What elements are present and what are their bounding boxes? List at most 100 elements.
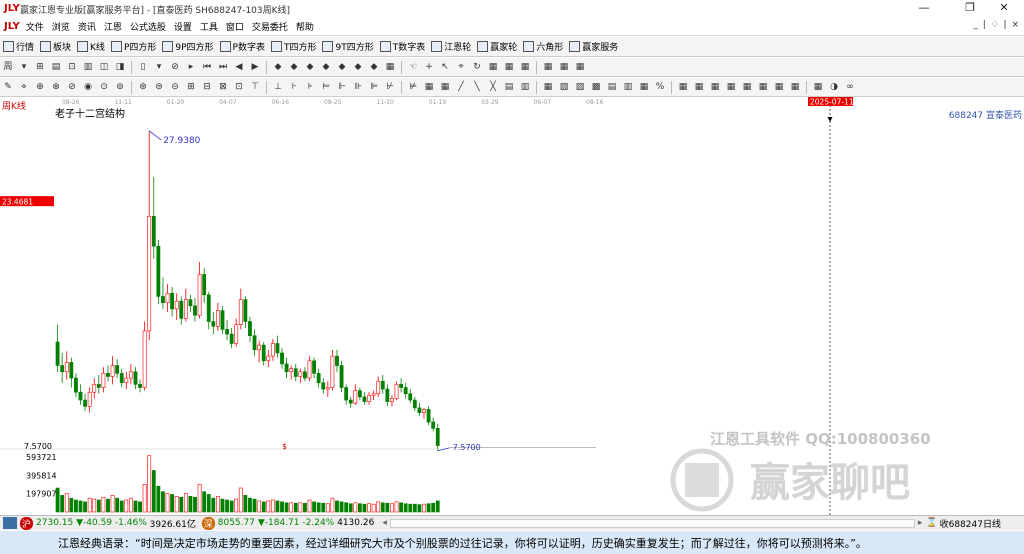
toolbar2-tool-icon[interactable]: ◆ — [287, 60, 301, 74]
toolbar3-tool-icon[interactable]: ▨ — [573, 80, 587, 94]
toolbar-button-6[interactable]: T四方形 — [268, 40, 320, 53]
menu-news[interactable]: 资讯 — [74, 20, 100, 33]
toolbar3-tool-icon[interactable]: ▩ — [589, 80, 603, 94]
toolbar3-tool-icon[interactable]: ⊤ — [248, 80, 262, 94]
toolbar3-tool-icon[interactable]: ▦ — [811, 80, 825, 94]
toolbar2-tool-icon[interactable]: 周 — [1, 60, 15, 74]
toolbar3-tool-icon[interactable]: ⊭ — [406, 80, 420, 94]
close-button[interactable]: ✕ — [984, 0, 1024, 18]
toolbar2-tool-icon[interactable]: ▾ — [17, 60, 31, 74]
toolbar2-tool-icon[interactable]: + — [422, 60, 436, 74]
toolbar3-tool-icon[interactable]: ⊕ — [33, 80, 47, 94]
toolbar2-tool-icon[interactable]: ▦ — [486, 60, 500, 74]
toolbar3-tool-icon[interactable]: ▦ — [724, 80, 738, 94]
horizontal-scrollbar[interactable] — [389, 518, 915, 528]
toolbar2-tool-icon[interactable]: ▦ — [383, 60, 397, 74]
toolbar-button-3[interactable]: P四方形 — [108, 40, 159, 53]
toolbar3-tool-icon[interactable]: ▥ — [518, 80, 532, 94]
toolbar3-tool-icon[interactable]: ⊝ — [168, 80, 182, 94]
toolbar3-tool-icon[interactable]: ▦ — [637, 80, 651, 94]
sz-index-badge[interactable]: 深 — [201, 516, 215, 530]
toolbar3-tool-icon[interactable]: ⊙ — [97, 80, 111, 94]
toolbar2-tool-icon[interactable]: ◆ — [367, 60, 381, 74]
toolbar2-tool-icon[interactable]: ▶ — [248, 60, 262, 74]
toolbar3-tool-icon[interactable]: % — [653, 80, 667, 94]
toolbar3-tool-icon[interactable]: ▤ — [605, 80, 619, 94]
toolbar2-tool-icon[interactable]: ⏭ — [216, 60, 230, 74]
toolbar3-tool-icon[interactable]: ▦ — [438, 80, 452, 94]
sh-index-badge[interactable]: 沪 — [20, 516, 34, 530]
toolbar-button-4[interactable]: 9P四方形 — [159, 40, 216, 53]
menu-file[interactable]: 文件 — [22, 20, 48, 33]
grid-icon[interactable] — [3, 517, 17, 529]
toolbar3-tool-icon[interactable]: ╲ — [470, 80, 484, 94]
menu-formula[interactable]: 公式选股 — [126, 20, 170, 33]
toolbar2-tool-icon[interactable]: ◆ — [319, 60, 333, 74]
menu-help[interactable]: 帮助 — [292, 20, 318, 33]
toolbar3-tool-icon[interactable]: ▦ — [541, 80, 555, 94]
toolbar3-tool-icon[interactable]: ⊬ — [383, 80, 397, 94]
toolbar2-tool-icon[interactable]: ↖ — [438, 60, 452, 74]
toolbar2-tool-icon[interactable]: ☜ — [406, 60, 420, 74]
toolbar2-tool-icon[interactable]: ▾ — [152, 60, 166, 74]
toolbar3-tool-icon[interactable]: ▤ — [502, 80, 516, 94]
menu-gann[interactable]: 江恩 — [100, 20, 126, 33]
toolbar3-tool-icon[interactable]: ▥ — [621, 80, 635, 94]
toolbar3-tool-icon[interactable]: ◑ — [827, 80, 841, 94]
toolbar-button-12[interactable]: 赢家服务 — [566, 40, 621, 53]
toolbar3-tool-icon[interactable]: ⊧ — [303, 80, 317, 94]
toolbar3-tool-icon[interactable]: ✎ — [1, 80, 15, 94]
toolbar3-tool-icon[interactable]: ▦ — [740, 80, 754, 94]
toolbar3-tool-icon[interactable]: ⊛ — [136, 80, 150, 94]
toolbar3-tool-icon[interactable]: ⊪ — [351, 80, 365, 94]
scroll-right-icon[interactable]: ▸ — [918, 518, 923, 528]
menu-browse[interactable]: 浏览 — [48, 20, 74, 33]
toolbar2-tool-icon[interactable]: ⊘ — [168, 60, 182, 74]
toolbar2-tool-icon[interactable]: ⊞ — [33, 60, 47, 74]
toolbar2-tool-icon[interactable]: ▦ — [541, 60, 555, 74]
toolbar3-tool-icon[interactable]: ⊡ — [232, 80, 246, 94]
toolbar2-tool-icon[interactable]: ▦ — [518, 60, 532, 74]
toolbar2-tool-icon[interactable]: ▦ — [557, 60, 571, 74]
toolbar3-tool-icon[interactable]: ⊫ — [367, 80, 381, 94]
toolbar3-tool-icon[interactable]: ▦ — [692, 80, 706, 94]
toolbar-button-2[interactable]: K线 — [74, 40, 108, 53]
toolbar2-tool-icon[interactable]: ▦ — [502, 60, 516, 74]
toolbar2-tool-icon[interactable]: ◀ — [232, 60, 246, 74]
toolbar2-tool-icon[interactable]: ◨ — [113, 60, 127, 74]
toolbar-button-7[interactable]: 9T四方形 — [319, 40, 376, 53]
toolbar3-tool-icon[interactable]: ▦ — [708, 80, 722, 94]
toolbar3-tool-icon[interactable]: ∞ — [843, 80, 857, 94]
toolbar3-tool-icon[interactable]: ⊥ — [271, 80, 285, 94]
toolbar3-tool-icon[interactable]: ▦ — [756, 80, 770, 94]
toolbar2-tool-icon[interactable]: ◆ — [303, 60, 317, 74]
scroll-left-icon[interactable]: ◂ — [382, 518, 387, 528]
menu-window[interactable]: 窗口 — [222, 20, 248, 33]
toolbar3-tool-icon[interactable]: ▦ — [676, 80, 690, 94]
toolbar3-tool-icon[interactable]: ▦ — [422, 80, 436, 94]
toolbar3-tool-icon[interactable]: ⊚ — [113, 80, 127, 94]
toolbar-button-0[interactable]: 行情 — [0, 40, 37, 53]
toolbar2-tool-icon[interactable]: ◆ — [335, 60, 349, 74]
toolbar2-tool-icon[interactable]: ⌖ — [454, 60, 468, 74]
toolbar3-tool-icon[interactable]: ⊗ — [49, 80, 63, 94]
toolbar-button-9[interactable]: 江恩轮 — [428, 40, 474, 53]
toolbar3-tool-icon[interactable]: ▦ — [772, 80, 786, 94]
toolbar2-tool-icon[interactable]: ▥ — [81, 60, 95, 74]
menu-tools[interactable]: 工具 — [196, 20, 222, 33]
toolbar3-tool-icon[interactable]: ▦ — [788, 80, 802, 94]
toolbar2-tool-icon[interactable]: ⏮ — [200, 60, 214, 74]
toolbar3-tool-icon[interactable]: ╳ — [486, 80, 500, 94]
toolbar3-tool-icon[interactable]: ⊠ — [216, 80, 230, 94]
toolbar2-tool-icon[interactable]: ◆ — [351, 60, 365, 74]
toolbar3-tool-icon[interactable]: ⊨ — [319, 80, 333, 94]
toolbar-button-8[interactable]: T数字表 — [377, 40, 429, 53]
toolbar-button-1[interactable]: 板块 — [37, 40, 74, 53]
minimize-button[interactable]: — — [904, 0, 944, 18]
toolbar3-tool-icon[interactable]: ⊦ — [287, 80, 301, 94]
toolbar3-tool-icon[interactable]: ⋄ — [17, 80, 31, 94]
toolbar3-tool-icon[interactable]: ⊘ — [65, 80, 79, 94]
toolbar2-tool-icon[interactable]: ◫ — [97, 60, 111, 74]
toolbar3-tool-icon[interactable]: ⊟ — [200, 80, 214, 94]
toolbar2-tool-icon[interactable]: ◆ — [271, 60, 285, 74]
